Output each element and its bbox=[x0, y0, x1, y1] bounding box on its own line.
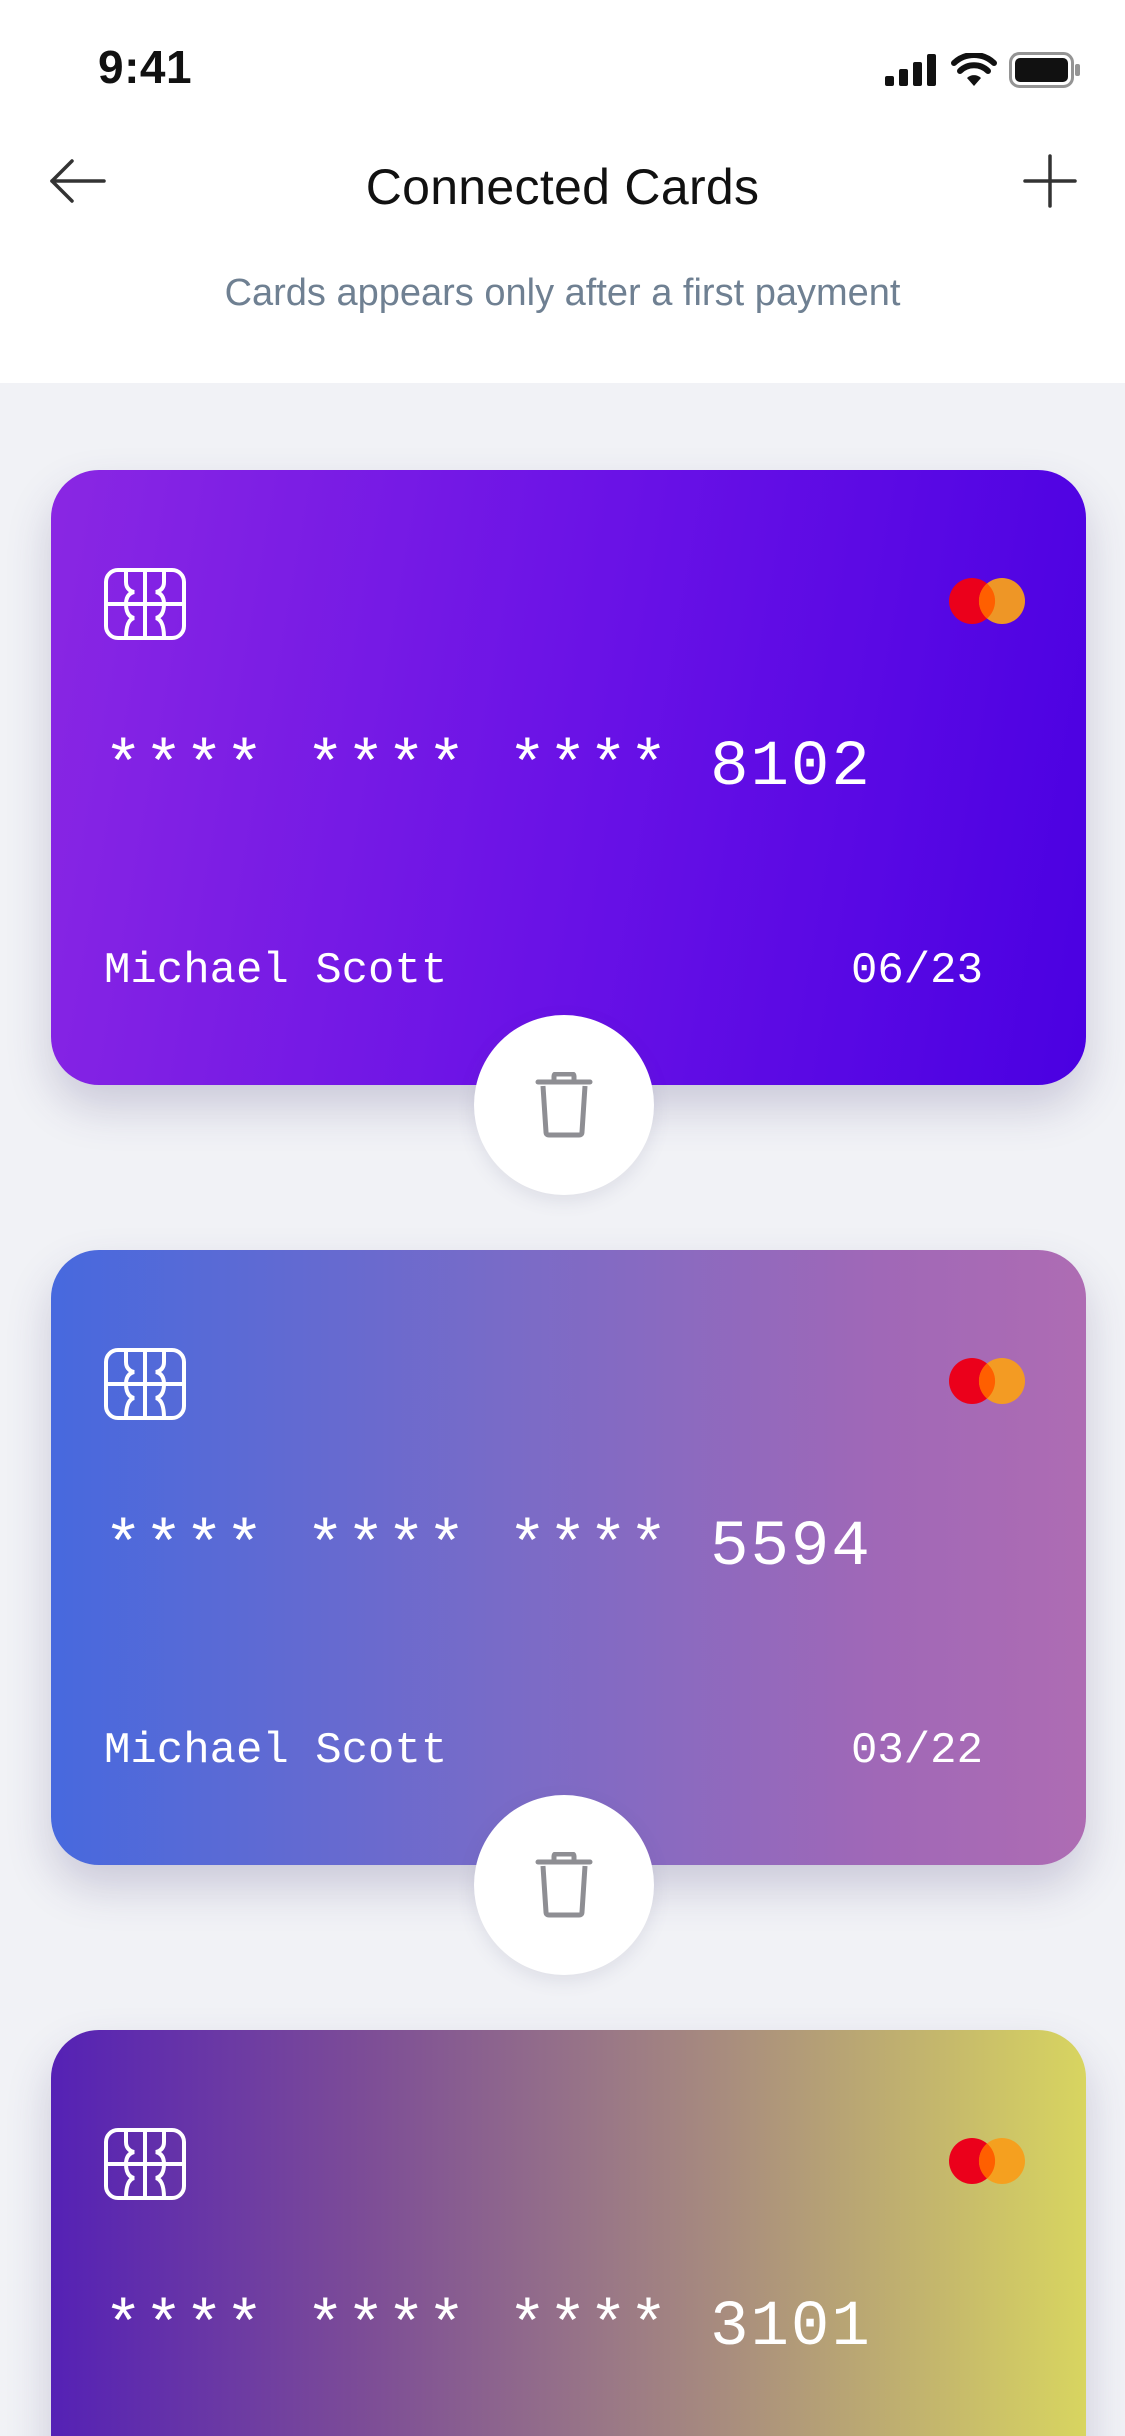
payment-card[interactable]: **** **** **** 8102 Michael Scott 06/23 bbox=[51, 470, 1086, 1195]
signal-icon bbox=[885, 54, 936, 86]
card-number: **** **** **** 8102 bbox=[104, 732, 872, 804]
page-subtitle: Cards appears only after a first payment bbox=[224, 272, 901, 314]
card-number: **** **** **** 5594 bbox=[104, 1512, 872, 1584]
mastercard-logo-icon bbox=[949, 578, 1025, 624]
page-title: Connected Cards bbox=[365, 159, 760, 215]
card-holder: Michael Scott bbox=[104, 1726, 448, 1776]
card-expiry: 06/23 bbox=[850, 946, 983, 996]
mastercard-logo-icon bbox=[949, 2138, 1025, 2184]
battery-icon bbox=[1009, 52, 1080, 88]
card-chip-icon bbox=[104, 1348, 186, 1420]
top-header: 9:41 Connected Cards Cards appears only … bbox=[0, 0, 1125, 383]
delete-card-button[interactable] bbox=[474, 1015, 654, 1195]
card-chip-icon bbox=[104, 568, 186, 640]
card-holder: Michael Scott bbox=[104, 946, 448, 996]
plus-icon[interactable] bbox=[1021, 152, 1079, 210]
payment-card[interactable]: **** **** **** 5594 Michael Scott 03/22 bbox=[51, 1250, 1086, 1975]
payment-card[interactable]: **** **** **** 3101 bbox=[51, 2030, 1086, 2436]
mastercard-logo-icon bbox=[949, 1358, 1025, 1404]
status-time: 9:41 bbox=[98, 41, 193, 93]
card-number: **** **** **** 3101 bbox=[104, 2292, 872, 2364]
card-expiry: 03/22 bbox=[850, 1726, 983, 1776]
trash-icon bbox=[535, 1072, 593, 1138]
card-chip-icon bbox=[104, 2128, 186, 2200]
trash-icon bbox=[535, 1852, 593, 1918]
wifi-icon bbox=[951, 53, 997, 86]
status-icons bbox=[885, 50, 1081, 90]
delete-card-button[interactable] bbox=[474, 1795, 654, 1975]
